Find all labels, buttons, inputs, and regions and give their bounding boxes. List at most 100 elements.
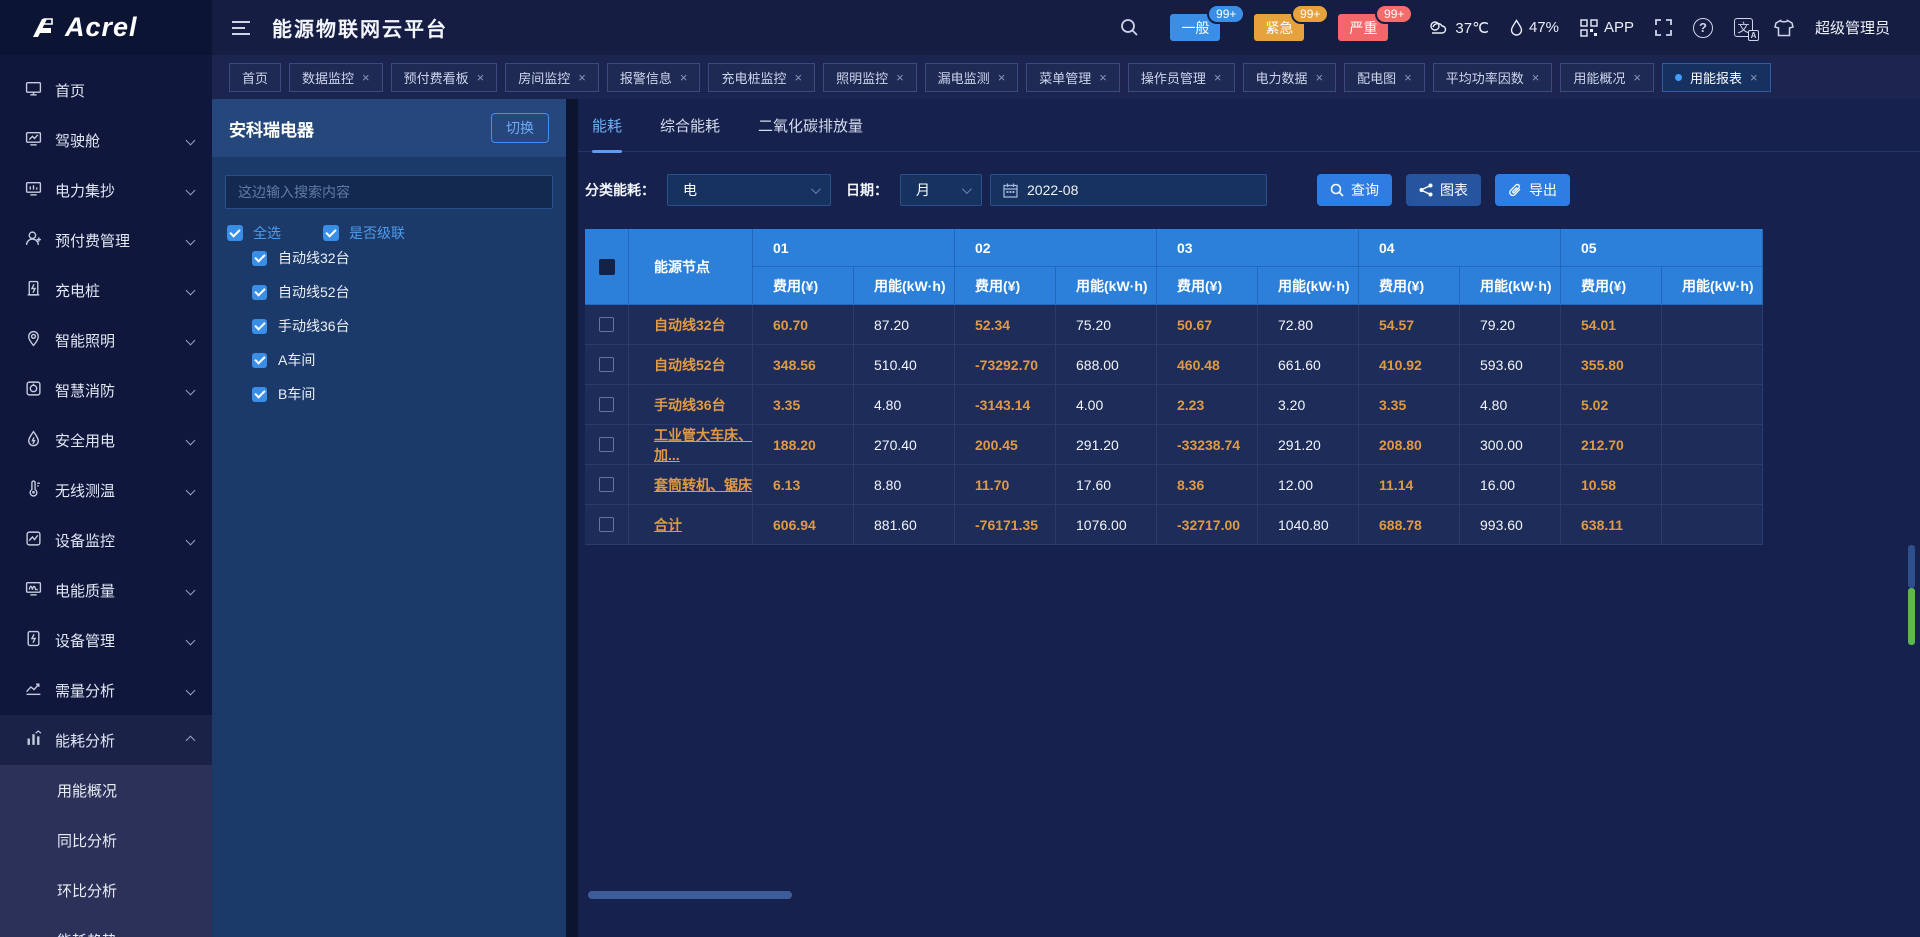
table-select-all-checkbox[interactable] [585,229,629,305]
tab-close-icon[interactable]: × [794,71,802,84]
energy-value [1662,385,1763,425]
vertical-scrollbar-thumb[interactable] [1908,545,1915,588]
cascade-checkbox[interactable] [323,225,339,241]
row-name-手动线36台[interactable]: 手动线36台 [629,385,753,425]
content-tab-能耗[interactable]: 能耗 [592,115,622,151]
tab-close-icon[interactable]: × [1099,71,1107,84]
tab-照明监控[interactable]: 照明监控× [823,63,917,92]
query-button[interactable]: 查询 [1317,174,1392,206]
row-checkbox-box [599,397,614,412]
tree-node-checkbox[interactable] [252,251,267,266]
row-checkbox[interactable] [585,465,629,505]
tab-close-icon[interactable]: × [1316,71,1324,84]
sidebar-item-智慧消防[interactable]: 智慧消防 [0,365,212,415]
theme-icon[interactable] [1774,19,1794,37]
app-download[interactable]: APP [1580,19,1634,37]
sidebar-item-电力集抄[interactable]: 电力集抄 [0,165,212,215]
vertical-scrollbar-indicator[interactable] [1908,588,1915,645]
tab-配电图[interactable]: 配电图× [1344,63,1425,92]
tab-数据监控[interactable]: 数据监控× [289,63,383,92]
tree-node-手动线36台[interactable]: 手动线36台 [252,309,350,343]
alarm-badge-general[interactable]: 一般99+ [1170,14,1220,41]
sidebar-item-能耗分析[interactable]: 能耗分析 [0,715,212,765]
tree-node-自动线52台[interactable]: 自动线52台 [252,275,350,309]
export-button[interactable]: 导出 [1495,174,1570,206]
tree-node-checkbox[interactable] [252,319,267,334]
sidebar-item-需量分析[interactable]: 需量分析 [0,665,212,715]
tab-close-icon[interactable]: × [1532,71,1540,84]
tab-用能概况[interactable]: 用能概况× [1560,63,1654,92]
row-checkbox[interactable] [585,425,629,465]
content-tab-综合能耗[interactable]: 综合能耗 [660,115,720,151]
sidebar-item-设备监控[interactable]: 设备监控 [0,515,212,565]
sidebar-item-电能质量[interactable]: 电能质量 [0,565,212,615]
row-name-自动线52台[interactable]: 自动线52台 [629,345,753,385]
sidebar-item-预付费管理[interactable]: 预付费管理 [0,215,212,265]
chart-button[interactable]: 图表 [1406,174,1481,206]
tab-close-icon[interactable]: × [998,71,1006,84]
tree-node-checkbox[interactable] [252,387,267,402]
tab-漏电监测[interactable]: 漏电监测× [925,63,1019,92]
sidebar-subitem-同比分析[interactable]: 同比分析 [0,815,212,865]
alarm-badge-severe[interactable]: 严重99+ [1338,14,1388,41]
tab-报警信息[interactable]: 报警信息× [607,63,701,92]
alarm-badge-urgent[interactable]: 紧急99+ [1254,14,1304,41]
row-name-自动线32台[interactable]: 自动线32台 [629,305,753,345]
tab-用能报表[interactable]: 用能报表× [1662,63,1771,92]
row-checkbox[interactable] [585,345,629,385]
switch-button[interactable]: 切换 [491,113,549,143]
row-checkbox[interactable] [585,505,629,545]
user-name[interactable]: 超级管理员 [1815,17,1890,38]
fullscreen-icon[interactable] [1655,19,1672,36]
tab-首页[interactable]: 首页 [229,63,281,92]
select-all-checkbox[interactable] [227,225,243,241]
period-select[interactable]: 月 [900,174,982,206]
sidebar-item-首页[interactable]: 首页 [0,65,212,115]
tree-node-B车间[interactable]: B车间 [252,377,350,411]
row-name-工业管大车床、加...[interactable]: 工业管大车床、加... [629,425,753,465]
horizontal-scrollbar[interactable] [588,891,792,899]
sidebar-item-驾驶舱[interactable]: 驾驶舱 [0,115,212,165]
row-checkbox[interactable] [585,385,629,425]
tree-search-input[interactable] [225,175,553,209]
tab-close-icon[interactable]: × [1750,71,1758,84]
search-icon[interactable] [1120,18,1139,37]
sidebar-item-无线测温[interactable]: 无线测温 [0,465,212,515]
tab-close-icon[interactable]: × [1633,71,1641,84]
tab-close-icon[interactable]: × [362,71,370,84]
tab-充电桩监控[interactable]: 充电桩监控× [708,63,815,92]
menu-toggle-icon[interactable] [232,21,250,35]
date-picker[interactable]: 2022-08 [990,174,1267,206]
sidebar-subitem-用能概况[interactable]: 用能概况 [0,765,212,815]
sidebar-subitem-能耗趋势[interactable]: 能耗趋势 [0,915,212,937]
tree-node-checkbox[interactable] [252,285,267,300]
alarm-count-badge: 99+ [1207,4,1245,24]
tree-node-A车间[interactable]: A车间 [252,343,350,377]
row-name-合计[interactable]: 合计 [629,505,753,545]
tree-node-checkbox[interactable] [252,353,267,368]
tab-close-icon[interactable]: × [578,71,586,84]
tab-close-icon[interactable]: × [896,71,904,84]
sidebar-subitem-环比分析[interactable]: 环比分析 [0,865,212,915]
language-icon[interactable]: 文A [1734,18,1753,37]
tab-电力数据[interactable]: 电力数据× [1243,63,1337,92]
sidebar-item-充电桩[interactable]: 充电桩 [0,265,212,315]
tab-预付费看板[interactable]: 预付费看板× [391,63,498,92]
tab-close-icon[interactable]: × [477,71,485,84]
sidebar-item-智能照明[interactable]: 智能照明 [0,315,212,365]
tab-平均功率因数[interactable]: 平均功率因数× [1433,63,1553,92]
help-icon[interactable]: ? [1693,18,1713,38]
tab-操作员管理[interactable]: 操作员管理× [1128,63,1235,92]
tab-close-icon[interactable]: × [680,71,688,84]
sidebar-item-安全用电[interactable]: 安全用电 [0,415,212,465]
content-tab-二氧化碳排放量[interactable]: 二氧化碳排放量 [758,115,863,151]
row-name-套筒转机、锯床[interactable]: 套筒转机、锯床 [629,465,753,505]
tree-node-自动线32台[interactable]: 自动线32台 [252,241,350,275]
tab-close-icon[interactable]: × [1404,71,1412,84]
sidebar-item-设备管理[interactable]: 设备管理 [0,615,212,665]
tab-close-icon[interactable]: × [1214,71,1222,84]
tab-房间监控[interactable]: 房间监控× [505,63,599,92]
category-select[interactable]: 电 [667,174,831,206]
row-checkbox[interactable] [585,305,629,345]
tab-菜单管理[interactable]: 菜单管理× [1026,63,1120,92]
